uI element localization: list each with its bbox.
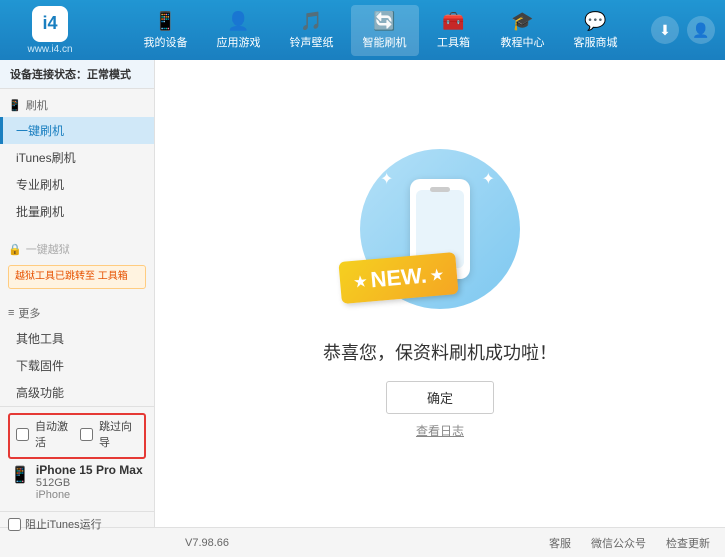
sidebar-item-pro-flash[interactable]: 专业刷机 <box>0 171 154 198</box>
guide-checkbox[interactable] <box>80 428 93 441</box>
flash-section-icon: 📱 <box>8 99 22 112</box>
status-bar: 设备连接状态：正常模式 <box>0 60 154 89</box>
device-phone-icon: 📱 <box>10 465 30 485</box>
device-info: iPhone 15 Pro Max 512GB iPhone <box>36 463 143 501</box>
itunes-bar: 阻止iTunes运行 <box>0 511 154 536</box>
nav-ringtones[interactable]: 🎵 铃声壁纸 <box>278 5 346 56</box>
nav-bar: 📱 我的设备 👤 应用游戏 🎵 铃声壁纸 🔄 智能刷机 🧰 工具箱 🎓 教程中心… <box>110 5 651 56</box>
sidebar-item-batch-flash[interactable]: 批量刷机 <box>0 198 154 225</box>
nav-flash-label: 智能刷机 <box>363 34 407 50</box>
device-item: 📱 iPhone 15 Pro Max 512GB iPhone <box>8 459 146 505</box>
nav-tutorial-label: 教程中心 <box>501 34 545 50</box>
guide-label: 跳过向导 <box>99 418 138 450</box>
auto-activate-label: 自动激活 <box>35 418 74 450</box>
sidebar-item-itunes-flash[interactable]: iTunes刷机 <box>0 144 154 171</box>
nav-my-device[interactable]: 📱 我的设备 <box>132 5 200 56</box>
main-container: 设备连接状态：正常模式 📱 刷机 一键刷机 iTunes刷机 专业刷机 批量刷机… <box>0 60 725 527</box>
sparkle-tl: ✦ <box>380 169 393 189</box>
user-button[interactable]: 👤 <box>687 16 715 44</box>
nav-ringtones-label: 铃声壁纸 <box>290 34 334 50</box>
new-badge-text: NEW. <box>370 262 428 293</box>
logo-subtext: www.i4.cn <box>27 44 72 55</box>
nav-device-icon: 📱 <box>154 11 176 32</box>
sidebar-bottom: 自动激活 跳过向导 📱 iPhone 15 Pro Max 512GB iPho… <box>0 406 154 511</box>
footer-update[interactable]: 检查更新 <box>666 535 710 551</box>
logo-icon: i4 <box>32 6 68 42</box>
nav-service[interactable]: 💬 客服商城 <box>562 5 630 56</box>
flash-section-header: 📱 刷机 <box>0 93 154 117</box>
device-type: iPhone <box>36 489 143 501</box>
sparkle-tr: ✦ <box>482 169 495 189</box>
auto-activate-checkbox[interactable] <box>16 428 29 441</box>
confirm-button[interactable]: 确定 <box>386 381 494 414</box>
footer-wechat[interactable]: 微信公众号 <box>591 535 646 551</box>
new-badge: NEW. <box>338 251 459 303</box>
phone-circle: ✦ ✦ NEW. <box>360 149 520 309</box>
more-icon: ≡ <box>8 307 14 319</box>
logo: i4 www.i4.cn <box>10 6 90 55</box>
itunes-label: 阻止iTunes运行 <box>25 516 102 532</box>
sidebar-item-download-firmware[interactable]: 下载固件 <box>0 352 154 379</box>
flash-section: 📱 刷机 一键刷机 iTunes刷机 专业刷机 批量刷机 <box>0 89 154 229</box>
content-area: ✦ ✦ NEW. 恭喜您，保资料刷机成功啦！ 确定 查看日志 <box>155 60 725 527</box>
nav-smart-flash[interactable]: 🔄 智能刷机 <box>351 5 419 56</box>
device-storage: 512GB <box>36 477 143 489</box>
nav-tutorial-icon: 🎓 <box>511 11 533 32</box>
lock-icon: 🔒 <box>8 243 22 256</box>
success-message: 恭喜您，保资料刷机成功啦！ <box>323 339 557 365</box>
warning-box: 越狱工具已跳转至 工具箱 <box>8 265 146 289</box>
auto-activate-row: 自动激活 <box>16 418 74 450</box>
flash-section-label: 刷机 <box>26 97 48 113</box>
auto-activate-box: 自动激活 跳过向导 <box>8 413 146 459</box>
header-actions: ⬇ 👤 <box>651 16 715 44</box>
jailbreak-disabled: 🔒 一键越狱 <box>0 237 154 261</box>
jailbreak-label: 一键越狱 <box>26 241 70 257</box>
nav-service-label: 客服商城 <box>574 34 618 50</box>
status-label: 设备连接状态： <box>10 69 87 81</box>
sidebar: 设备连接状态：正常模式 📱 刷机 一键刷机 iTunes刷机 专业刷机 批量刷机… <box>0 60 155 527</box>
nav-ringtones-icon: 🎵 <box>300 11 322 32</box>
nav-toolbox-icon: 🧰 <box>442 11 464 32</box>
more-label: 更多 <box>18 305 40 321</box>
nav-device-label: 我的设备 <box>144 34 188 50</box>
warning-text: 越狱工具已跳转至 工具箱 <box>15 271 128 282</box>
sidebar-item-other-tools[interactable]: 其他工具 <box>0 325 154 352</box>
success-illustration: ✦ ✦ NEW. <box>360 149 520 319</box>
version-number: V7.98.66 <box>185 537 229 549</box>
itunes-checkbox[interactable] <box>8 518 21 531</box>
header: i4 www.i4.cn 📱 我的设备 👤 应用游戏 🎵 铃声壁纸 🔄 智能刷机… <box>0 0 725 60</box>
log-link[interactable]: 查看日志 <box>416 422 464 439</box>
download-button[interactable]: ⬇ <box>651 16 679 44</box>
guide-row: 跳过向导 <box>80 418 138 450</box>
phone-notch <box>430 187 450 192</box>
status-value: 正常模式 <box>87 69 131 81</box>
nav-service-icon: 💬 <box>584 11 606 32</box>
nav-apps[interactable]: 👤 应用游戏 <box>205 5 273 56</box>
nav-toolbox-label: 工具箱 <box>437 34 470 50</box>
nav-toolbox[interactable]: 🧰 工具箱 <box>424 5 484 56</box>
nav-flash-icon: 🔄 <box>373 11 395 32</box>
nav-apps-label: 应用游戏 <box>217 34 261 50</box>
device-name: iPhone 15 Pro Max <box>36 463 143 477</box>
nav-apps-icon: 👤 <box>227 11 249 32</box>
nav-tutorial[interactable]: 🎓 教程中心 <box>489 5 557 56</box>
sidebar-item-onekey-flash[interactable]: 一键刷机 <box>0 117 154 144</box>
sidebar-item-advanced[interactable]: 高级功能 <box>0 379 154 406</box>
footer-service[interactable]: 客服 <box>549 535 571 551</box>
more-section-header: ≡ 更多 <box>0 301 154 325</box>
